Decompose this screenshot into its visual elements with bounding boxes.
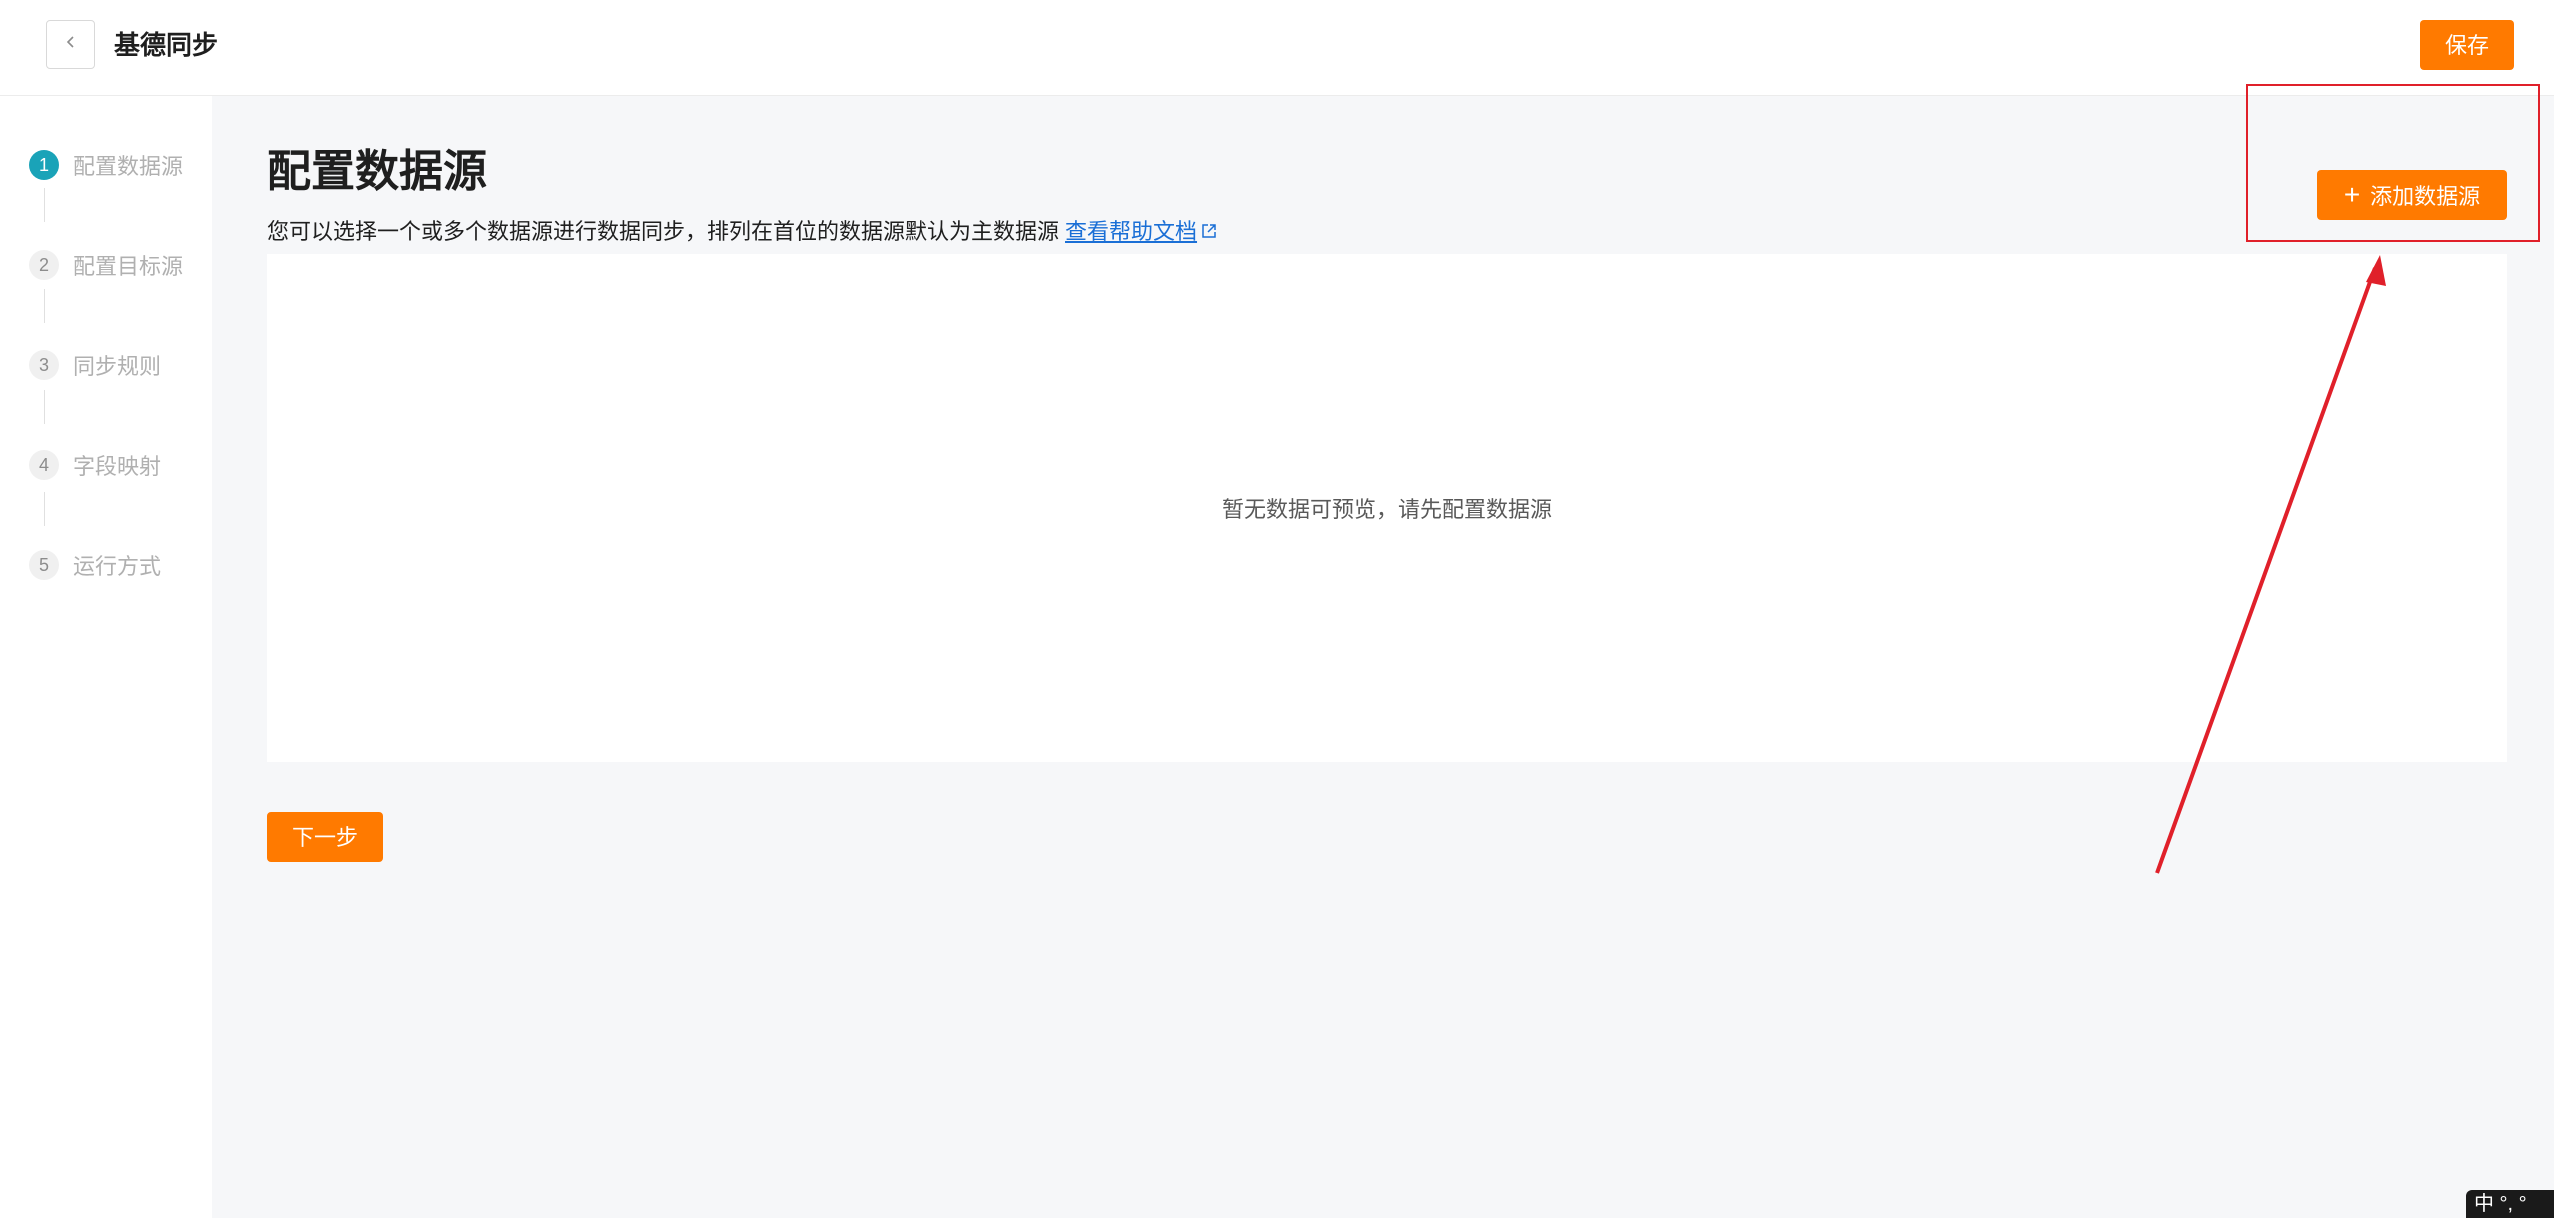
ime-indicator: 中 °, ° xyxy=(2466,1190,2554,1218)
annotation-arrow xyxy=(2155,255,2386,874)
